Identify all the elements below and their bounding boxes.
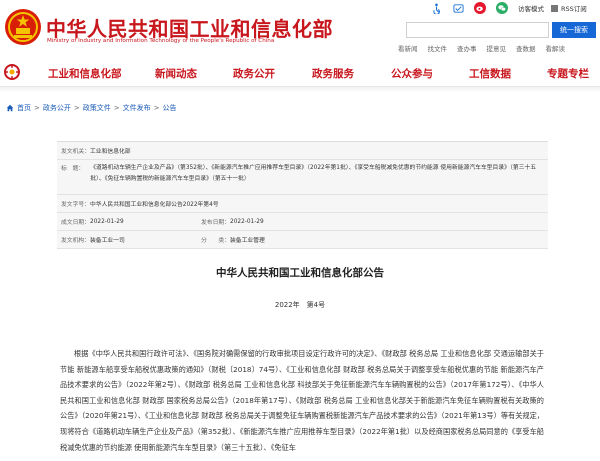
main-nav: 工业和信息化部 新闻动态 政务公开 政务服务 公众参与 工信数据 专题专栏 — [0, 59, 600, 87]
quick-link-feedback[interactable]: 提意见 — [487, 43, 507, 53]
meta-row-issuer: 发文机关： 工业和信息化部 — [57, 142, 548, 160]
nav-item-news[interactable]: 新闻动态 — [155, 66, 197, 81]
meta-row-org: 发文机构： 装备工业一司 分 类： 装备工业管理 — [57, 231, 548, 249]
document-body: 根据《中华人民共和国行政许可法》、《国务院对确需保留的行政审批项目设定行政许可的… — [60, 349, 544, 452]
nav-item-ministry[interactable]: 工业和信息化部 — [48, 66, 122, 81]
breadcrumb-separator: > — [34, 104, 40, 112]
published-date-value: 2022-01-29 — [230, 218, 264, 225]
org-label: 发文机构： — [61, 238, 90, 244]
meta-row-title: 标 题： 《道路机动车辆生产企业及产品》（第352批）、《新能源汽车推广应用推荐… — [57, 160, 548, 195]
doc-number-value: 中华人民共和国工业和信息化部公告2022年第4号 — [90, 202, 219, 208]
title-value: 《道路机动车辆生产企业及产品》（第352批）、《新能源汽车推广应用推荐车型目录》… — [90, 165, 537, 182]
nav-divider — [0, 87, 600, 93]
quick-link-interpretation[interactable]: 看解读 — [546, 43, 566, 53]
rss-link[interactable]: RSS订阅 — [561, 3, 587, 13]
weibo-icon[interactable] — [474, 2, 486, 14]
quick-link-services[interactable]: 查办事 — [457, 43, 477, 53]
category-label: 分 类： — [201, 238, 230, 244]
breadcrumb-file-release[interactable]: 文件发布 — [123, 103, 151, 113]
doc-number-label: 发文字号： — [61, 202, 90, 208]
breadcrumb-open-government[interactable]: 政务公开 — [43, 103, 71, 113]
quick-link-files[interactable]: 找文件 — [428, 43, 448, 53]
accessibility-icon[interactable] — [430, 2, 442, 14]
breadcrumb-home[interactable]: 首页 — [17, 103, 31, 113]
nav-item-data[interactable]: 工信数据 — [469, 66, 511, 81]
meta-row-doc-number: 发文字号： 中华人民共和国工业和信息化部公告2022年第4号 — [57, 195, 548, 213]
issuer-label: 发文机关： — [61, 149, 90, 155]
utility-links: 访客模式 RSS订阅 — [430, 1, 593, 15]
document-title: 中华人民共和国工业和信息化部公告 — [216, 267, 384, 279]
created-date-value: 2022-01-29 — [90, 218, 124, 225]
org-value: 装备工业一司 — [90, 238, 125, 244]
breadcrumb-policy-files[interactable]: 政策文件 — [83, 103, 111, 113]
miit-logo-icon[interactable] — [4, 64, 20, 80]
visitor-mode-link[interactable]: 访客模式 — [518, 3, 544, 13]
breadcrumb: 首页 > 政务公开 > 政策文件 > 文件发布 > 公告 — [6, 103, 177, 113]
breadcrumb-separator: > — [153, 104, 160, 112]
document-metadata: 发文机关： 工业和信息化部 标 题： 《道路机动车辆生产企业及产品》（第352批… — [57, 141, 548, 249]
quick-link-data[interactable]: 查数据 — [516, 43, 536, 53]
meta-row-dates: 成文日期： 2022-01-29 发布日期： 2022-01-29 — [57, 213, 548, 231]
rss-icon — [550, 2, 558, 14]
search-button[interactable]: 统一搜索 — [552, 22, 596, 38]
home-icon[interactable] — [6, 104, 14, 112]
title-label: 标 题： — [61, 166, 85, 172]
search-input[interactable] — [406, 22, 549, 38]
breadcrumb-separator: > — [73, 104, 80, 112]
breadcrumb-notices[interactable]: 公告 — [163, 103, 177, 113]
site-subtitle: Ministry of Industry and Information Tec… — [47, 38, 275, 44]
published-date-label: 发布日期： — [201, 220, 230, 226]
quick-links: 看新闻 找文件 查办事 提意见 查数据 看解读 — [398, 43, 575, 53]
created-date-label: 成文日期： — [61, 220, 90, 226]
nav-item-services[interactable]: 政务服务 — [312, 66, 354, 81]
national-emblem-icon[interactable] — [4, 8, 42, 46]
nav-item-topics[interactable]: 专题专栏 — [547, 66, 589, 81]
nav-item-participation[interactable]: 公众参与 — [391, 66, 433, 81]
document-number: 2022年 第4号 — [274, 301, 326, 309]
category-value: 装备工业管理 — [230, 238, 265, 244]
accessibility-mode-icon[interactable] — [452, 2, 464, 14]
wechat-icon[interactable] — [496, 2, 508, 14]
issuer-value: 工业和信息化部 — [90, 149, 131, 155]
quick-link-news[interactable]: 看新闻 — [398, 43, 418, 53]
nav-item-open-government[interactable]: 政务公开 — [233, 66, 275, 81]
breadcrumb-separator: > — [113, 104, 120, 112]
site-header: 中华人民共和国工业和信息化部 Ministry of Industry and … — [0, 0, 600, 60]
